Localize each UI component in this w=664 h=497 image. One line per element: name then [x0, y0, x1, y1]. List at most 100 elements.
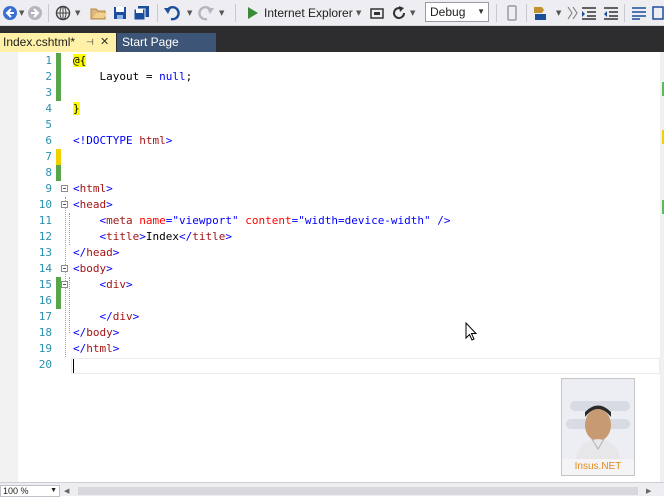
- bookmark-icon[interactable]: [532, 3, 550, 23]
- tab-label: Start Page: [122, 35, 179, 49]
- code-line: 15 <div>: [0, 277, 660, 293]
- code-line: 20: [0, 357, 660, 373]
- line-number: 10: [38, 198, 52, 211]
- undo-icon[interactable]: [163, 3, 181, 23]
- bookmark-dropdown[interactable]: ▼: [556, 0, 561, 26]
- code-token: </: [73, 310, 113, 323]
- line-number: 19: [38, 342, 52, 355]
- code-token: >: [106, 198, 113, 211]
- save-icon[interactable]: [112, 3, 128, 23]
- line-number: 7: [45, 150, 52, 163]
- outdent-icon[interactable]: [602, 3, 620, 23]
- back-icon[interactable]: [2, 3, 18, 23]
- tab-index-cshtml[interactable]: Index.cshtml* ⊣ ✕: [0, 33, 116, 52]
- redo-dropdown[interactable]: ▼: [219, 0, 224, 26]
- code-text: </body>: [73, 325, 119, 341]
- device-icon[interactable]: [504, 3, 520, 23]
- refresh-icon[interactable]: [391, 3, 407, 23]
- line-number: 9: [45, 182, 52, 195]
- format-icon[interactable]: [630, 3, 648, 23]
- code-token: body: [86, 326, 113, 339]
- code-token: "viewport": [172, 214, 239, 227]
- code-token: >: [106, 262, 113, 275]
- uncomment-icon[interactable]: [652, 3, 664, 23]
- line-number: 12: [38, 230, 52, 243]
- open-folder-icon[interactable]: [90, 3, 108, 23]
- change-marker-saved: [56, 69, 61, 85]
- code-line: 6 <!DOCTYPE html>: [0, 133, 660, 149]
- code-token: <: [73, 214, 107, 227]
- scroll-right-icon[interactable]: ▶: [646, 486, 651, 496]
- browser-link-icon[interactable]: [369, 3, 385, 23]
- code-token: null: [159, 70, 186, 83]
- redo-icon[interactable]: [197, 3, 215, 23]
- chevron-down-icon: ▼: [477, 7, 485, 16]
- tab-label: Index.cshtml*: [3, 35, 76, 49]
- code-text: </head>: [73, 245, 119, 261]
- author-avatar: Insus.NET: [561, 378, 635, 476]
- change-marker-saved: [56, 165, 61, 181]
- code-token: head: [79, 198, 107, 211]
- line-number: 4: [45, 102, 52, 115]
- run-browser-button[interactable]: Internet Explorer: [264, 0, 353, 26]
- line-number: 17: [38, 310, 52, 323]
- code-text: <title>Index</title>: [73, 229, 232, 245]
- code-text: <meta name="viewport" content="width=dev…: [73, 213, 451, 229]
- collapse-icon[interactable]: [61, 265, 68, 272]
- code-token: meta: [106, 214, 133, 227]
- code-token: <: [73, 262, 80, 275]
- save-all-icon[interactable]: [133, 3, 151, 23]
- play-icon[interactable]: [246, 3, 260, 23]
- collapse-icon[interactable]: [61, 281, 68, 288]
- browser-dropdown[interactable]: ▼: [356, 0, 361, 26]
- toolbar-separator: [526, 4, 527, 22]
- code-token: >: [225, 230, 232, 243]
- scroll-left-icon[interactable]: ◀: [64, 486, 69, 496]
- change-marker-saved: [56, 293, 61, 309]
- code-token: >: [139, 230, 146, 243]
- code-token: html: [79, 182, 107, 195]
- zoom-select[interactable]: 100 % ▼: [0, 485, 60, 497]
- code-line: 4 }: [0, 101, 660, 117]
- undo-dropdown[interactable]: ▼: [187, 0, 192, 26]
- code-token: />: [430, 214, 451, 227]
- code-token: div: [112, 310, 133, 323]
- code-token: >: [132, 310, 140, 323]
- toolbar-separator: [496, 4, 497, 22]
- collapse-icon[interactable]: [61, 201, 68, 208]
- pin-icon[interactable]: ⊣: [86, 33, 94, 52]
- razor-delimiter: @{: [73, 54, 87, 67]
- code-token: <: [73, 230, 107, 243]
- comment-icon[interactable]: [565, 3, 579, 23]
- collapse-icon[interactable]: [61, 185, 68, 192]
- line-number: 6: [45, 134, 52, 147]
- close-icon[interactable]: ✕: [100, 33, 109, 52]
- code-token: </: [73, 246, 87, 259]
- code-text: <html>: [73, 181, 113, 197]
- code-line: 5: [0, 117, 660, 133]
- code-text: <div>: [73, 277, 132, 293]
- line-number: 11: [38, 214, 52, 227]
- forward-icon[interactable]: [27, 3, 43, 23]
- code-token: div: [106, 278, 126, 291]
- back-dropdown[interactable]: ▼: [19, 0, 24, 26]
- web-dropdown[interactable]: ▼: [75, 0, 80, 26]
- code-editor[interactable]: 1 @{ 2 Layout = null; 3 4 } 5 6 <!DOCTYP…: [0, 52, 664, 482]
- solution-config-select[interactable]: Debug ▼: [425, 2, 489, 22]
- refresh-dropdown[interactable]: ▼: [410, 0, 415, 26]
- code-line: 17 </div>: [0, 309, 660, 325]
- line-number: 13: [38, 246, 52, 259]
- line-number: 20: [38, 358, 52, 371]
- indent-icon[interactable]: [580, 3, 598, 23]
- line-number: 15: [38, 278, 52, 291]
- code-line: 16: [0, 293, 660, 309]
- tab-start-page[interactable]: Start Page: [117, 33, 216, 52]
- line-number: 5: [45, 118, 52, 131]
- toolbar-separator: [157, 4, 158, 22]
- web-icon[interactable]: [55, 3, 73, 23]
- code-line: 10 <head>: [0, 197, 660, 213]
- code-token: title: [192, 230, 226, 243]
- code-token: Index: [145, 230, 179, 243]
- horizontal-scrollbar[interactable]: [78, 487, 638, 495]
- vertical-scrollbar[interactable]: [660, 52, 664, 482]
